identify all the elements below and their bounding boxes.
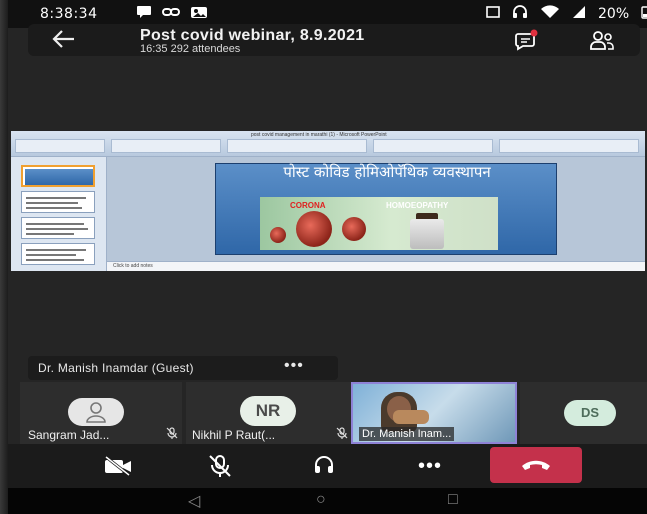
slide-image-label-corona: CORONA <box>290 201 326 210</box>
nav-back-button[interactable]: ◁ <box>188 491 200 511</box>
virus-icon <box>270 227 286 243</box>
participant-name: Nikhil P Raut(... <box>192 428 276 442</box>
slide-thumbnail <box>21 243 95 265</box>
powerpoint-ribbon: post covid management in marathi (1) - M… <box>11 131 645 157</box>
gallery-icon <box>190 5 208 23</box>
people-icon[interactable] <box>588 30 616 52</box>
slide-image: CORONA HOMOEOPATHY <box>260 197 498 250</box>
presenter-more-button[interactable]: ••• <box>284 357 304 375</box>
mic-off-icon <box>336 427 348 442</box>
back-button[interactable] <box>50 28 76 56</box>
shared-screen: post covid management in marathi (1) - M… <box>11 131 645 271</box>
participant-tile[interactable]: NR Nikhil P Raut(... <box>186 382 352 444</box>
mic-off-icon <box>166 427 178 442</box>
chat-icon[interactable] <box>514 28 538 52</box>
person-icon <box>68 398 124 426</box>
nav-recents-button[interactable]: □ <box>448 491 458 509</box>
android-navigation-bar: ◁ ○ □ <box>8 488 647 514</box>
notes-pane: Click to add notes <box>107 261 645 271</box>
participant-initials-avatar: NR <box>240 396 296 426</box>
participant-video-tile[interactable]: Dr. Manish Inam... <box>351 382 517 444</box>
bottle-icon <box>410 219 444 249</box>
wifi-icon <box>540 5 560 23</box>
participant-name: Dr. Manish Inam... <box>359 427 455 441</box>
ribbon-group <box>15 139 105 153</box>
mic-off-icon[interactable] <box>200 452 240 480</box>
virus-icon <box>296 211 332 247</box>
device-bezel <box>0 0 8 514</box>
slide-thumbnail <box>21 191 95 213</box>
participant-initials-avatar: DS <box>564 400 616 426</box>
ribbon-group <box>227 139 367 153</box>
participant-video-hands <box>393 410 429 424</box>
nav-home-button[interactable]: ○ <box>316 491 326 509</box>
slide-thumbnail <box>21 217 95 239</box>
status-time: 8:38:34 <box>40 6 98 22</box>
link-icon <box>162 5 180 23</box>
slide-title: पोस्ट कोविड होमिओपॅथिक व्यवस्थापन <box>283 163 491 181</box>
slide-thumbnails-pane <box>11 157 107 271</box>
cast-icon <box>486 5 500 23</box>
chat-bubble-icon <box>136 5 152 23</box>
more-options-button[interactable]: ••• <box>410 452 450 480</box>
ribbon-group <box>111 139 221 153</box>
ribbon-group <box>499 139 639 153</box>
signal-icon <box>572 5 586 23</box>
virus-icon <box>342 217 366 241</box>
powerpoint-window-title: post covid management in marathi (1) - M… <box>251 132 387 138</box>
meeting-subtitle: 16:35 292 attendees <box>140 43 241 55</box>
meeting-header: Post covid webinar, 8.9.2021 16:35 292 a… <box>28 24 640 56</box>
battery-percent: 20% <box>598 6 630 22</box>
presenter-name: Dr. Manish Inamdar (Guest) <box>38 361 194 375</box>
phone-hangup-icon <box>520 457 552 478</box>
hang-up-button[interactable] <box>490 447 582 483</box>
headset-icon <box>512 5 528 23</box>
current-slide: पोस्ट कोविड होमिओपॅथिक व्यवस्थापन CORONA… <box>215 163 557 255</box>
status-notification-icons <box>136 5 208 23</box>
battery-icon <box>641 5 647 23</box>
participant-tile[interactable]: Sangram Jad... <box>20 382 182 444</box>
presenter-name-tag: Dr. Manish Inamdar (Guest) ••• <box>28 356 338 380</box>
slide-image-label-homoeopathy: HOMOEOPATHY <box>386 201 449 210</box>
ribbon-group <box>373 139 493 153</box>
camera-off-icon[interactable] <box>98 452 138 480</box>
status-system-icons: 20% <box>486 5 647 23</box>
participant-tile[interactable]: DS <box>520 382 647 444</box>
call-controls: ••• <box>8 444 647 488</box>
slide-canvas: पोस्ट कोविड होमिओपॅथिक व्यवस्थापन CORONA… <box>107 157 645 263</box>
headset-icon[interactable] <box>304 452 344 480</box>
slide-thumbnail <box>21 165 95 187</box>
teams-meeting-screen: 8:38:34 20% Post covid webinar, 8.9.2021… <box>8 0 647 514</box>
participant-name: Sangram Jad... <box>28 428 110 442</box>
notes-placeholder: Click to add notes <box>113 263 153 269</box>
